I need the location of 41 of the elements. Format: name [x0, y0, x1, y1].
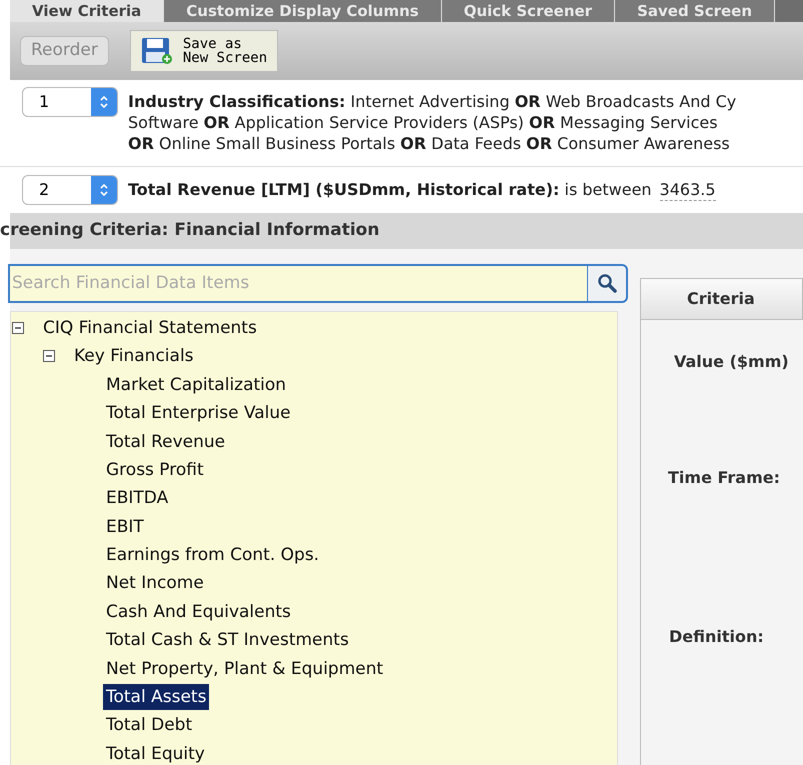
tree-item[interactable]: EBITDA [103, 485, 172, 512]
section-title: creening Criteria: Financial Information [0, 219, 380, 242]
search-field[interactable]: Search Financial Data Items [8, 264, 588, 303]
tree-item[interactable]: Cash And Equivalents [103, 598, 294, 625]
criteria-text: Total Revenue [LTM] ($USDmm, Historical rate): is between [128, 179, 652, 200]
tree-item[interactable]: Key Financials [71, 343, 197, 370]
tree-item[interactable]: Earnings from Cont. Ops. [103, 542, 322, 568]
save-label: Save as New Screen [182, 37, 268, 65]
criteria-text: OR Online Small Business Portals OR Data Feeds OR Consumer Awareness [128, 133, 730, 154]
number-select[interactable]: 1 [22, 87, 118, 117]
tree-item[interactable]: Total Enterprise Value [103, 400, 294, 426]
field-label: Definition: [669, 626, 765, 648]
spinner-icon [91, 176, 117, 204]
tree-item[interactable]: Total Debt [103, 712, 196, 738]
field-label: Value ($mm) [674, 351, 790, 373]
tree-item[interactable]: Total Equity [103, 740, 208, 765]
tree-item[interactable]: Market Capitalization [103, 372, 290, 398]
criteria-text: Software OR Application Service Providers (ASPs) OR Messaging Services [128, 112, 718, 133]
tree-item[interactable]: Gross Profit [103, 456, 207, 483]
tab[interactable]: Quick Screener [442, 0, 616, 22]
tree-item[interactable]: Total Cash & ST Investments [103, 627, 352, 654]
tree-item[interactable]: Total Revenue [103, 428, 228, 454]
spinner-icon [91, 88, 117, 116]
collapse-icon[interactable] [43, 350, 55, 362]
field-label: Time Frame: [668, 467, 782, 489]
tree-item[interactable]: Total Assets [103, 684, 210, 710]
criteria-tab[interactable]: Criteria [640, 278, 803, 320]
tree-item[interactable]: EBIT [103, 514, 147, 540]
tab[interactable]: Customize Display Columns [164, 0, 442, 22]
collapse-icon[interactable] [12, 322, 24, 334]
tab[interactable]: View Criteria [10, 0, 164, 22]
tab[interactable]: Saved Screen [615, 0, 776, 22]
save-icon [140, 37, 173, 65]
save-button[interactable]: Save as New Screen [130, 30, 278, 72]
number-select[interactable]: 2 [22, 175, 118, 205]
tree-item[interactable]: CIQ Financial Statements [40, 314, 260, 341]
search-icon[interactable] [588, 264, 628, 303]
value-link[interactable]: 3463.5 [660, 179, 716, 201]
tree-item[interactable]: Net Income [103, 570, 207, 596]
tree-item[interactable]: Net Property, Plant & Equipment [103, 656, 386, 682]
criteria-text: Industry Classifications: Internet Advertising OR Web Broadcasts And Cy [128, 91, 736, 112]
